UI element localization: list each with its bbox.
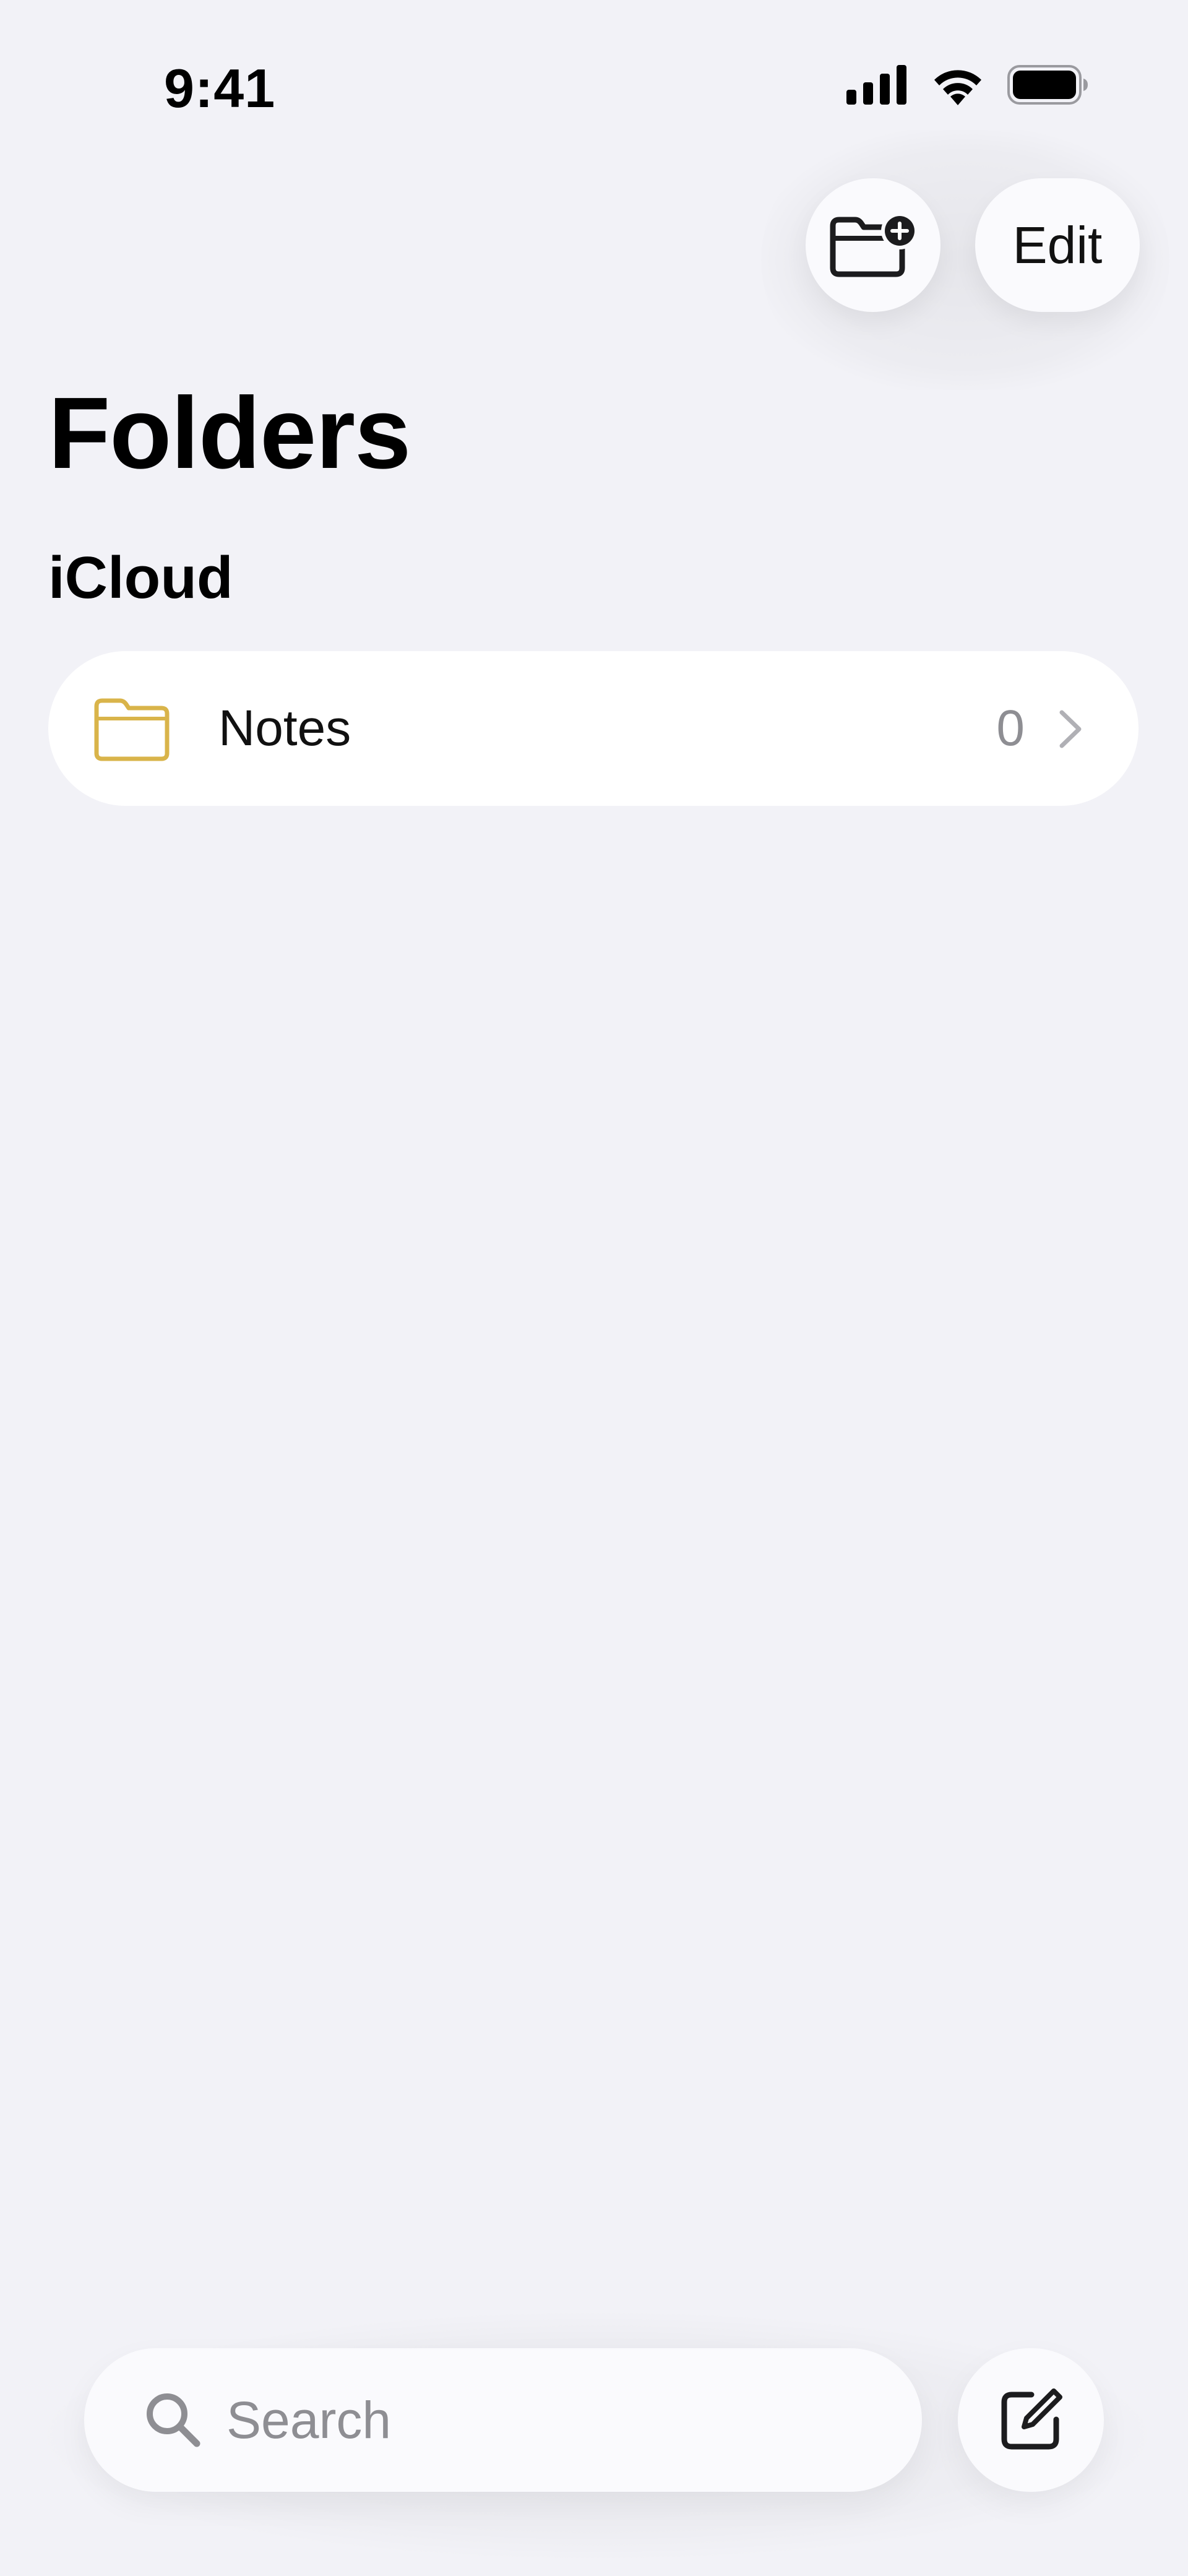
folder-row-notes[interactable]: Notes 0 bbox=[48, 651, 1138, 806]
folder-note-count: 0 bbox=[996, 700, 1025, 756]
battery-icon bbox=[1007, 65, 1088, 105]
new-folder-button[interactable] bbox=[806, 178, 940, 312]
wifi-icon bbox=[934, 70, 981, 105]
chevron-right-icon bbox=[1059, 710, 1082, 748]
edit-button[interactable]: Edit bbox=[975, 178, 1140, 312]
page-title: Folders bbox=[48, 376, 411, 490]
search-field[interactable]: Search bbox=[84, 2348, 922, 2492]
section-title-icloud: iCloud bbox=[48, 545, 233, 611]
folder-plus-icon bbox=[830, 212, 918, 277]
folder-icon bbox=[94, 698, 170, 761]
search-icon bbox=[147, 2393, 200, 2447]
status-time: 9:41 bbox=[164, 58, 276, 119]
search-placeholder: Search bbox=[226, 2391, 392, 2449]
status-icons bbox=[846, 64, 1089, 105]
compose-button[interactable] bbox=[958, 2348, 1104, 2492]
compose-icon bbox=[1001, 2388, 1062, 2450]
folder-name: Notes bbox=[218, 700, 351, 756]
cellular-signal-icon bbox=[846, 65, 906, 105]
